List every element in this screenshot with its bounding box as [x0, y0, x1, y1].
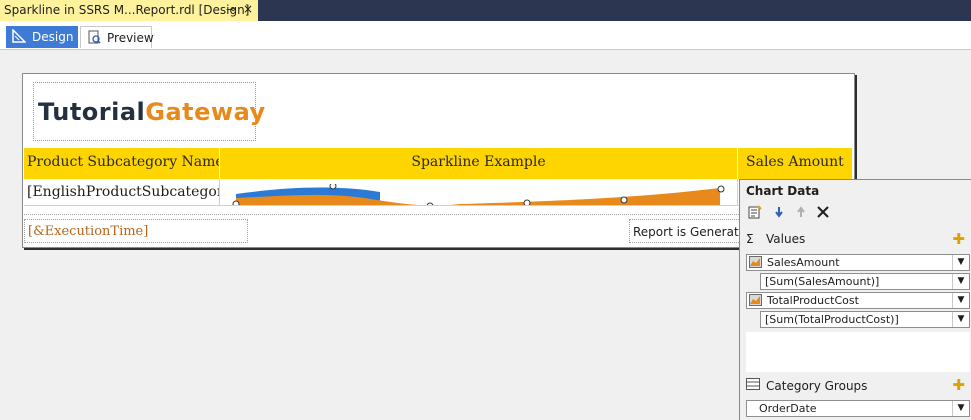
tab-preview-label: Preview [107, 31, 154, 45]
value-expression: [Sum(TotalProductCost)] [765, 313, 899, 326]
header-product-subcategory[interactable]: Product Subcategory Name [24, 148, 220, 179]
value-expression-select[interactable]: [Sum(SalesAmount)] ▼ [760, 273, 970, 290]
chevron-down-icon[interactable]: ▼ [952, 312, 969, 327]
value-series-select[interactable]: TotalProductCost ▼ [746, 292, 970, 309]
values-section-label: Values [766, 232, 806, 246]
add-value-icon[interactable]: ✚ [952, 230, 965, 248]
preview-document-icon [87, 30, 101, 44]
document-tab-strip: Sparkline in SSRS M...Report.rdl [Design… [0, 0, 971, 21]
area-series-icon [749, 256, 762, 268]
move-down-icon[interactable] [770, 204, 788, 222]
add-category-group-icon[interactable]: ✚ [952, 376, 965, 394]
sparkline-handle [426, 202, 434, 205]
value-series-name: SalesAmount [767, 256, 840, 269]
logo: TutorialGateway [38, 98, 266, 126]
chevron-down-icon[interactable]: ▼ [952, 274, 969, 289]
move-up-icon[interactable] [792, 204, 810, 222]
header-sparkline[interactable]: Sparkline Example [220, 148, 738, 179]
sparkline-handle [523, 199, 531, 205]
sigma-icon: Σ [746, 232, 754, 246]
category-group-select[interactable]: OrderDate ▼ [746, 400, 970, 417]
category-groups-section: Category Groups [746, 378, 867, 393]
values-section: Σ Values [746, 232, 805, 246]
chevron-down-icon[interactable]: ▼ [952, 255, 969, 270]
logo-part-1: Tutorial [38, 98, 146, 126]
report-body[interactable]: TutorialGateway Product Subcategory Name… [22, 73, 855, 248]
cell-subcategory[interactable]: [EnglishProductSubcategory [24, 179, 220, 206]
chevron-down-icon[interactable]: ▼ [952, 293, 969, 308]
view-tab-bar: Design Preview [0, 21, 971, 50]
document-tab[interactable]: Sparkline in SSRS M...Report.rdl [Design… [0, 0, 258, 21]
values-list-area [746, 332, 970, 372]
category-groups-label: Category Groups [766, 379, 868, 393]
header-sales-amount[interactable]: Sales Amount [738, 148, 853, 179]
value-series-name: TotalProductCost [767, 294, 859, 307]
footer-separator [24, 214, 853, 215]
pin-icon[interactable]: ⊸ [226, 3, 235, 16]
sparkline-handle [620, 196, 628, 204]
tab-design-label: Design [32, 30, 74, 44]
value-expression-select[interactable]: [Sum(TotalProductCost)] ▼ [760, 311, 970, 328]
value-series-select[interactable]: SalesAmount ▼ [746, 254, 970, 271]
sparkline-handle [232, 200, 240, 205]
category-group-name: OrderDate [759, 402, 817, 415]
sparkline-chart[interactable] [220, 182, 738, 206]
tab-design[interactable]: Design [6, 26, 78, 48]
sparkline-handle [717, 185, 725, 193]
document-tab-title: Sparkline in SSRS M...Report.rdl [Design… [4, 3, 250, 17]
logo-image-box[interactable]: TutorialGateway [33, 82, 265, 141]
logo-part-2: Gateway [145, 98, 266, 126]
chart-data-title: Chart Data [746, 184, 820, 198]
value-expression: [Sum(SalesAmount)] [765, 275, 880, 288]
close-icon[interactable]: × [243, 2, 253, 16]
properties-icon[interactable] [746, 204, 764, 222]
chevron-down-icon[interactable]: ▼ [952, 401, 969, 416]
cell-sparkline[interactable] [220, 179, 738, 206]
category-groups-icon [746, 378, 760, 393]
chart-data-pane[interactable]: Chart Data Σ Values ✚ SalesAmount ▼ [Sum(… [739, 179, 971, 420]
design-ruler-icon [12, 28, 27, 43]
sparkline-handle [329, 182, 337, 190]
delete-icon[interactable] [814, 204, 832, 222]
tab-preview[interactable]: Preview [80, 26, 154, 48]
area-series-icon [749, 294, 762, 306]
execution-time-textbox[interactable]: [&ExecutionTime] [24, 219, 248, 243]
